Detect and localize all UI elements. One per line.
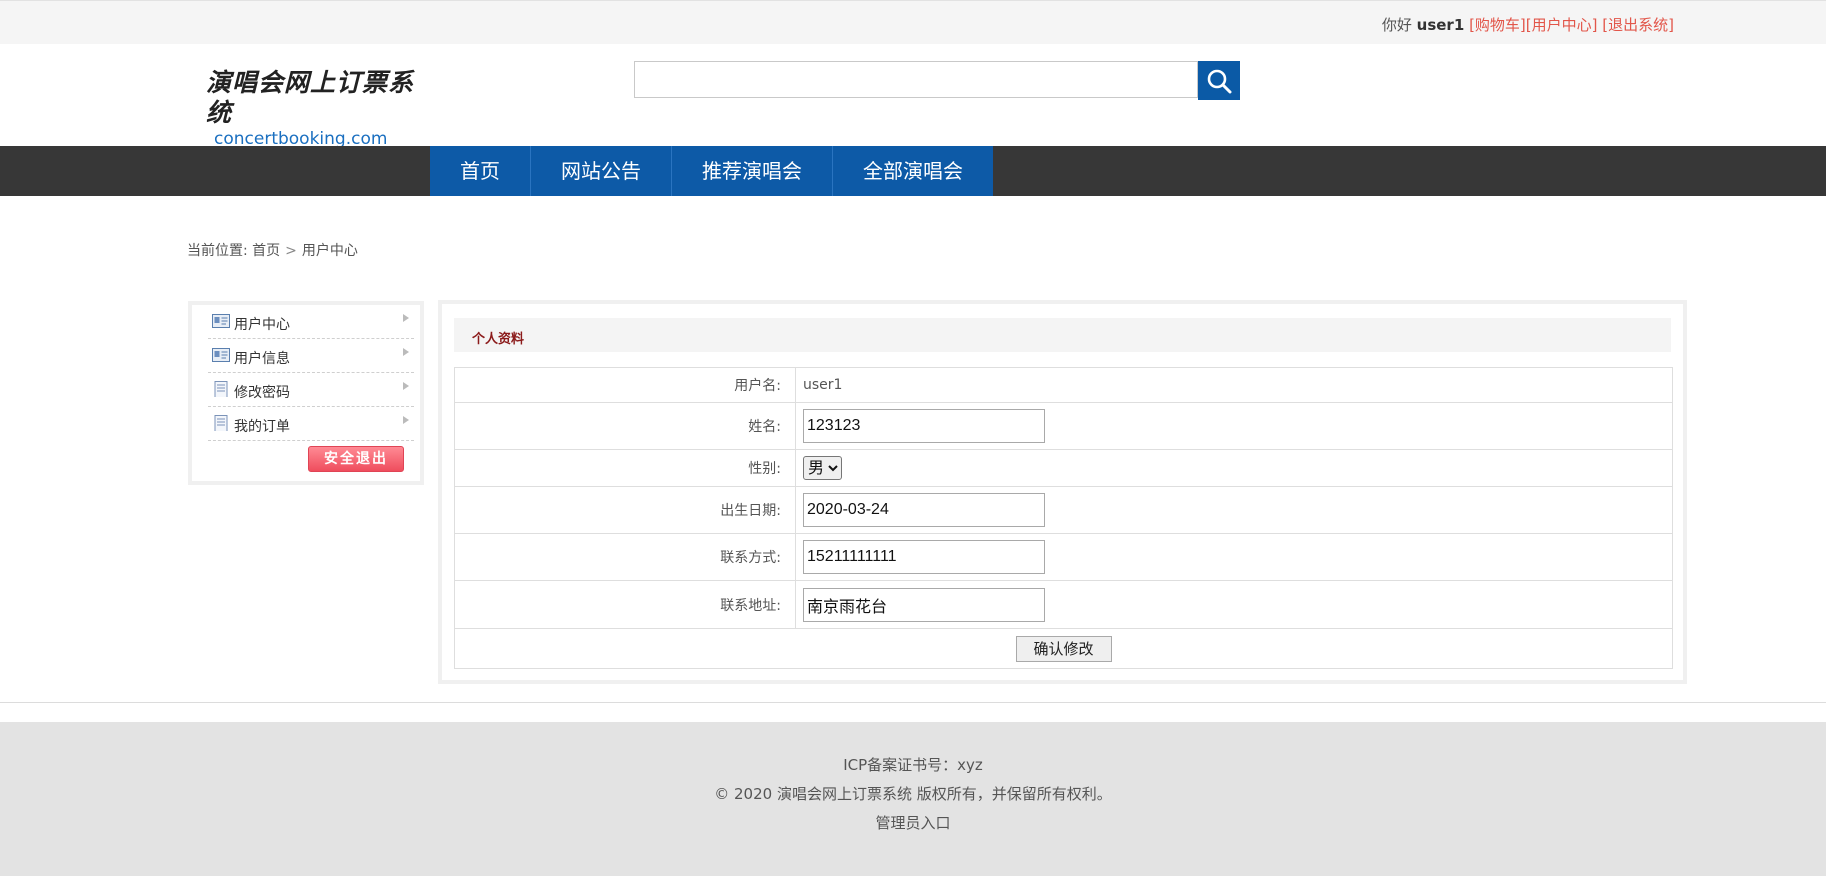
address-label: 联系地址: [454,580,796,629]
nav-item-home[interactable]: 首页 [430,146,531,196]
nav-item-all-concerts[interactable]: 全部演唱会 [833,146,993,196]
arrow-right-icon [403,416,409,424]
search-button[interactable] [1198,61,1240,100]
form-row-gender: 性别: 男 [454,449,1673,487]
id-card-icon [212,314,230,328]
panel-title: 个人资料 [472,332,525,347]
username-label: 用户名: [454,367,796,403]
user-sidebar: 用户中心 用户信息 修改密码 我的订单 安全退出 [188,301,424,485]
site-logo[interactable]: 演唱会网上订票系统 concertbooking.com [206,68,416,149]
sidebar-item-label: 我的订单 [234,419,290,435]
safe-logout-button[interactable]: 安全退出 [308,446,404,472]
nav-items: 首页 网站公告 推荐演唱会 全部演唱会 [430,146,993,196]
cart-link[interactable]: [购物车] [1469,16,1526,34]
profile-panel: 个人资料 用户名: user1 姓名: 性别: 男 出生日期: 联系方式: [438,300,1687,684]
profile-form: 用户名: user1 姓名: 性别: 男 出生日期: 联系方式: 联系地址: [454,367,1673,669]
username-value: user1 [795,367,1673,403]
greeting-text: 你好 [1381,16,1412,34]
breadcrumb-current: 用户中心 [301,243,358,259]
gender-label: 性别: [454,449,796,487]
address-input[interactable] [803,587,1045,622]
admin-entry-link[interactable]: 管理员入口 [875,814,950,832]
sidebar-item-my-orders[interactable]: 我的订单 [208,407,414,441]
form-row-name: 姓名: [454,402,1673,450]
sidebar-item-user-info[interactable]: 用户信息 [208,339,414,373]
sidebar-item-label: 用户中心 [234,317,290,333]
confirm-edit-button[interactable]: 确认修改 [1015,635,1112,662]
breadcrumb-separator: > [285,243,297,259]
document-icon [214,415,228,431]
name-label: 姓名: [454,402,796,450]
logo-title: 演唱会网上订票系统 [206,68,415,127]
top-bar: 你好 user1 [购物车][用户中心] [退出系统] [0,0,1826,44]
document-icon [214,381,228,397]
breadcrumb-prefix: 当前位置: [187,243,248,259]
footer: ICP备案证书号：xyz © 2020 演唱会网上订票系统 版权所有，并保留所有… [0,722,1826,876]
phone-label: 联系方式: [454,533,796,581]
username-text: user1 [1416,16,1465,34]
arrow-right-icon [403,382,409,390]
form-row-address: 联系地址: [454,580,1673,629]
nav-item-announcements[interactable]: 网站公告 [531,146,672,196]
breadcrumb-home[interactable]: 首页 [252,243,280,259]
form-row-submit: 确认修改 [454,628,1673,669]
id-card-icon [212,348,230,362]
sidebar-item-change-password[interactable]: 修改密码 [208,373,414,407]
arrow-right-icon [403,314,409,322]
arrow-right-icon [403,348,409,356]
nav-item-recommended[interactable]: 推荐演唱会 [672,146,833,196]
main-nav: 首页 网站公告 推荐演唱会 全部演唱会 [0,146,1826,196]
sidebar-item-label: 用户信息 [234,351,290,367]
birthdate-label: 出生日期: [454,486,796,534]
panel-header: 个人资料 [454,318,1671,352]
form-row-phone: 联系方式: [454,533,1673,581]
name-input[interactable] [803,409,1045,443]
sidebar-item-label: 修改密码 [234,385,290,401]
form-row-birthdate: 出生日期: [454,486,1673,534]
birthdate-input[interactable] [803,493,1045,527]
icp-text: ICP备案证书号：xyz [843,756,983,774]
search-icon [1207,69,1232,93]
search-input[interactable] [634,61,1198,98]
copyright-text: © 2020 演唱会网上订票系统 版权所有，并保留所有权利。 [714,785,1112,803]
form-row-username: 用户名: user1 [454,367,1673,403]
breadcrumb: 当前位置: 首页 > 用户中心 [187,240,358,260]
gender-select[interactable]: 男 [803,456,842,480]
user-center-link[interactable]: [用户中心] [1526,16,1598,34]
phone-input[interactable] [803,540,1045,574]
logout-link[interactable]: [退出系统] [1602,16,1674,34]
user-greeting-area: 你好 user1 [购物车][用户中心] [退出系统] [1382,14,1674,35]
sidebar-item-user-center[interactable]: 用户中心 [208,305,414,339]
footer-divider [0,702,1826,703]
